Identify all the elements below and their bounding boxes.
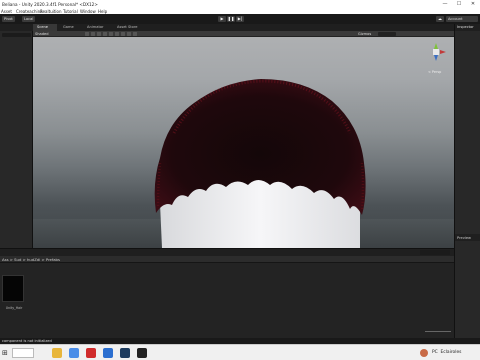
pivot-label: Pivot — [4, 17, 13, 21]
play-button[interactable]: ▶ — [218, 16, 226, 22]
fx-toggle[interactable] — [103, 32, 107, 36]
tab-scene[interactable]: Scene — [33, 24, 57, 31]
hair-model — [154, 79, 366, 248]
pivot-toggle[interactable]: Pivot — [2, 16, 15, 22]
preview-label: Preview — [457, 236, 471, 240]
asset-label[interactable]: Unity_Hair — [0, 306, 28, 310]
asset-thumbnail[interactable] — [2, 275, 24, 302]
unity-icon[interactable] — [137, 348, 147, 358]
pause-button[interactable]: ❚❚ — [227, 16, 235, 22]
gizmos-dropdown[interactable]: Gizmos — [358, 32, 371, 36]
tab-inspector[interactable]: Inspector — [457, 25, 474, 29]
editor-icon[interactable] — [103, 348, 113, 358]
hidden-objects-toggle[interactable] — [109, 32, 113, 36]
tab-game[interactable]: Game — [59, 24, 81, 31]
tray-info: PC Eclairoles — [432, 350, 461, 355]
tray-status-label: Eclairoles — [440, 350, 462, 355]
project-panel: Ass > Sud > hudZdi > Prefabs Unity_Hair — [0, 248, 454, 338]
shading-mode-dropdown[interactable]: Shaded — [35, 32, 49, 36]
breadcrumb[interactable]: Ass > Sud > hudZdi > Prefabs — [2, 257, 60, 262]
tab-animator-label: Animator — [87, 25, 104, 29]
project-search-input[interactable] — [420, 250, 450, 255]
local-toggle[interactable]: Local — [22, 16, 36, 22]
status-message: component is not initialized — [2, 338, 52, 343]
taskbar-search-input[interactable] — [12, 348, 34, 358]
hierarchy-panel — [0, 24, 33, 248]
opera-icon[interactable] — [86, 348, 96, 358]
tools-toggle[interactable] — [133, 32, 137, 36]
cloud-button[interactable]: ☁ — [436, 16, 444, 22]
main-toolbar: Pivot Local ▶ ❚❚ ▶| ☁ Account — [0, 14, 480, 24]
scene-tab-bar: Scene Game Animator Asset Store — [33, 24, 454, 31]
steam-icon[interactable] — [120, 348, 130, 358]
2d-toggle[interactable] — [85, 32, 89, 36]
project-path-bar — [0, 256, 454, 263]
os-taskbar: ⊞ PC Eclairoles — [0, 344, 480, 360]
scene-viewport[interactable]: < Persp — [33, 37, 454, 248]
hierarchy-tab-bar — [0, 24, 33, 31]
camera-toggle[interactable] — [121, 32, 125, 36]
minimize-button[interactable]: — — [438, 0, 452, 8]
gizmo-caption: < Persp — [428, 70, 442, 74]
grid-toggle[interactable] — [115, 32, 119, 36]
tab-game-label: Game — [63, 25, 74, 29]
lighting-toggle[interactable] — [91, 32, 95, 36]
tray-user-label: PC — [432, 350, 438, 355]
maximize-button[interactable]: ☐ — [452, 0, 466, 8]
tab-asset-store[interactable]: Asset Store — [113, 24, 147, 31]
window-title: Beliana - Unity 2020.3.4f1 Personal* <DX… — [2, 1, 98, 7]
step-button[interactable]: ▶| — [236, 16, 244, 22]
orientation-gizmo[interactable] — [425, 42, 447, 68]
tab-animator[interactable]: Animator — [83, 24, 111, 31]
snap-toggle[interactable] — [127, 32, 131, 36]
chrome-icon[interactable] — [69, 348, 79, 358]
close-button[interactable]: ✕ — [466, 0, 480, 8]
hierarchy-search-input[interactable] — [2, 33, 31, 37]
file-explorer-icon[interactable] — [52, 348, 62, 358]
title-bar: Beliana - Unity 2020.3.4f1 Personal* <DX… — [0, 0, 480, 8]
inspector-panel: Inspector Preview — [454, 24, 480, 338]
scene-search-input[interactable] — [378, 32, 396, 36]
project-tab-bar — [0, 249, 454, 256]
local-label: Local — [24, 17, 34, 21]
user-avatar[interactable] — [420, 349, 428, 357]
tab-scene-label: Scene — [37, 25, 48, 29]
thumbnail-size-slider[interactable] — [425, 331, 451, 332]
account-label: Account — [448, 17, 463, 21]
windows-start-icon[interactable]: ⊞ — [2, 348, 10, 358]
audio-toggle[interactable] — [97, 32, 101, 36]
cloud-icon: ☁ — [438, 16, 442, 21]
tab-asset-store-label: Asset Store — [117, 25, 138, 29]
account-dropdown[interactable]: Account — [446, 16, 478, 22]
